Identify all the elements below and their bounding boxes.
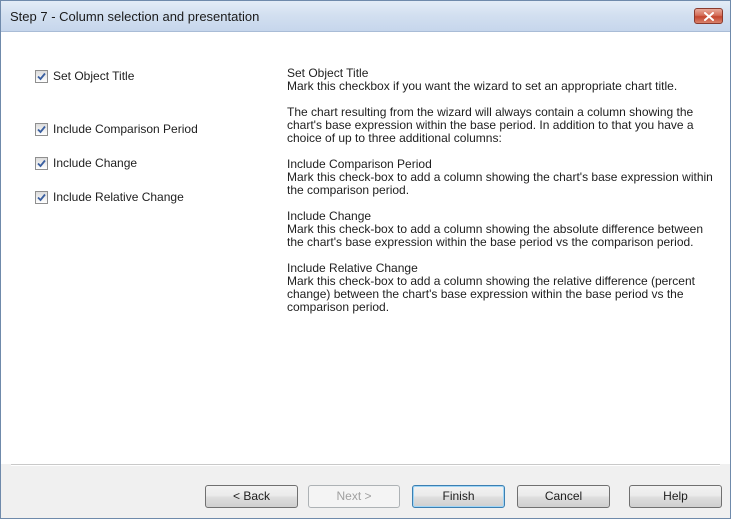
set-object-title-checkbox[interactable]: Set Object Title bbox=[35, 69, 134, 83]
finish-button[interactable]: Finish bbox=[412, 485, 505, 508]
help-heading: Include Relative Change bbox=[287, 261, 418, 275]
checkbox-box[interactable] bbox=[35, 156, 48, 170]
checkbox-label: Include Change bbox=[53, 156, 138, 170]
help-paragraph-comparison-period: Include Comparison Period Mark this chec… bbox=[287, 158, 719, 197]
checkbox-label: Include Comparison Period bbox=[53, 122, 198, 136]
checkmark-icon bbox=[37, 72, 46, 80]
help-heading: Set Object Title bbox=[287, 66, 369, 80]
close-icon bbox=[704, 12, 714, 21]
checkbox-label: Include Relative Change bbox=[53, 190, 184, 204]
checkbox-box[interactable] bbox=[35, 190, 48, 204]
close-button[interactable] bbox=[694, 8, 723, 24]
cancel-button[interactable]: Cancel bbox=[517, 485, 610, 508]
include-comparison-period-checkbox[interactable]: Include Comparison Period bbox=[35, 122, 198, 136]
wizard-content: Set Object Title Include Comparison Peri… bbox=[1, 32, 730, 464]
help-body: Mark this check-box to add a column show… bbox=[287, 170, 713, 197]
title-bar[interactable]: Step 7 - Column selection and presentati… bbox=[1, 1, 730, 32]
checkbox-box[interactable] bbox=[35, 122, 48, 136]
help-body: Mark this checkbox if you want the wizar… bbox=[287, 79, 678, 93]
footer-divider bbox=[11, 464, 720, 466]
help-paragraph-change: Include Change Mark this check-box to ad… bbox=[287, 210, 719, 249]
help-button[interactable]: Help bbox=[629, 485, 722, 508]
wizard-dialog: Step 7 - Column selection and presentati… bbox=[0, 0, 731, 519]
checkbox-label: Set Object Title bbox=[53, 69, 135, 83]
include-change-checkbox[interactable]: Include Change bbox=[35, 156, 137, 170]
help-heading: Include Comparison Period bbox=[287, 157, 432, 171]
help-paragraph-relative-change: Include Relative Change Mark this check-… bbox=[287, 262, 719, 314]
checkmark-icon bbox=[37, 125, 46, 133]
help-text-panel: Set Object Title Mark this checkbox if y… bbox=[287, 67, 719, 327]
help-heading: Include Change bbox=[287, 209, 372, 223]
checkmark-icon bbox=[37, 193, 46, 201]
back-button[interactable]: < Back bbox=[205, 485, 298, 508]
help-paragraph-set-object-title: Set Object Title Mark this checkbox if y… bbox=[287, 67, 719, 93]
checkbox-box[interactable] bbox=[35, 69, 48, 83]
help-paragraph-intro: The chart resulting from the wizard will… bbox=[287, 106, 719, 145]
dialog-title: Step 7 - Column selection and presentati… bbox=[10, 9, 260, 24]
checkmark-icon bbox=[37, 159, 46, 167]
help-body: Mark this check-box to add a column show… bbox=[287, 222, 704, 249]
help-body: Mark this check-box to add a column show… bbox=[287, 274, 695, 314]
include-relative-change-checkbox[interactable]: Include Relative Change bbox=[35, 190, 184, 204]
next-button[interactable]: Next > bbox=[308, 485, 400, 508]
help-body: The chart resulting from the wizard will… bbox=[287, 105, 694, 145]
